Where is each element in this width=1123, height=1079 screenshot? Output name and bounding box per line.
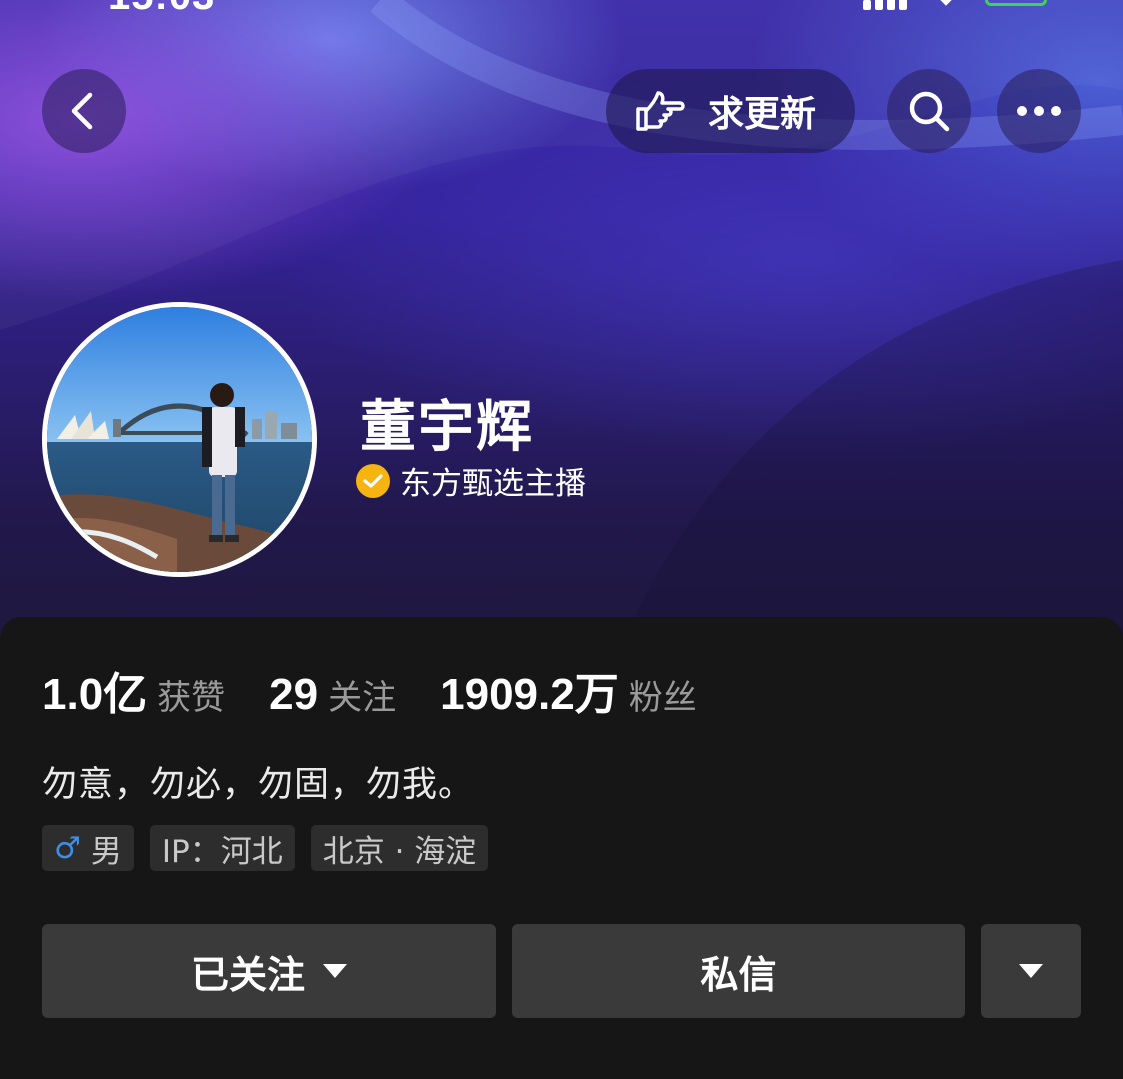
stat-likes[interactable]: 1.0亿 获赞 [42, 658, 225, 722]
stat-value: 1909.2万 [440, 670, 619, 719]
tag-list: ♂ 男 IP：河北 北京 · 海淀 [42, 825, 489, 871]
bio-text: 勿意，勿必，勿固，勿我。 [42, 765, 475, 805]
battery-icon [985, 0, 1047, 6]
back-button[interactable] [42, 69, 126, 153]
verified-check-icon [356, 463, 390, 498]
stat-value: 29 [269, 670, 319, 719]
avatar-photo [47, 307, 312, 572]
status-icons [863, 0, 1047, 10]
ip-tag: IP：河北 [149, 825, 295, 871]
signal-icon [863, 0, 907, 10]
message-label: 私信 [700, 952, 777, 997]
gender-tag: ♂ 男 [42, 825, 134, 871]
profile-name: 董宇辉 [360, 395, 534, 460]
pointing-hand-icon [636, 91, 685, 131]
avatar[interactable] [42, 302, 317, 577]
wifi-icon [933, 0, 959, 6]
caret-down-icon [323, 964, 347, 978]
verified-label: 东方甄选主播 [400, 466, 586, 502]
location-tag[interactable]: 北京 · 海淀 [310, 825, 489, 871]
stats-row: 1.0亿 获赞 29 关注 1909.2万 粉丝 [42, 658, 741, 722]
following-label: 已关注 [190, 952, 305, 997]
following-button[interactable]: 已关注 [42, 924, 496, 1018]
chevron-left-icon [71, 92, 93, 130]
stat-followers[interactable]: 1909.2万 粉丝 [440, 658, 697, 722]
male-icon: ♂ [54, 830, 81, 866]
profile-screen: 15:03 求更新 [0, 0, 1123, 1079]
stat-label: 粉丝 [628, 678, 697, 718]
search-icon [909, 91, 950, 132]
message-button[interactable]: 私信 [512, 924, 965, 1018]
more-button[interactable] [997, 69, 1081, 153]
status-time: 15:03 [108, 0, 215, 19]
stat-following[interactable]: 29 关注 [269, 670, 396, 720]
request-update-label: 求更新 [708, 94, 817, 135]
stat-value: 1.0亿 [42, 670, 148, 719]
stat-label: 关注 [328, 678, 397, 718]
search-button[interactable] [887, 69, 971, 153]
verified-badge: 东方甄选主播 [356, 458, 586, 503]
more-dots-icon [1017, 106, 1061, 116]
request-update-button[interactable]: 求更新 [606, 69, 855, 153]
stat-label: 获赞 [157, 678, 226, 718]
gender-label: 男 [90, 833, 122, 870]
caret-down-icon [1019, 964, 1043, 978]
expand-dropdown-button[interactable] [981, 924, 1081, 1018]
